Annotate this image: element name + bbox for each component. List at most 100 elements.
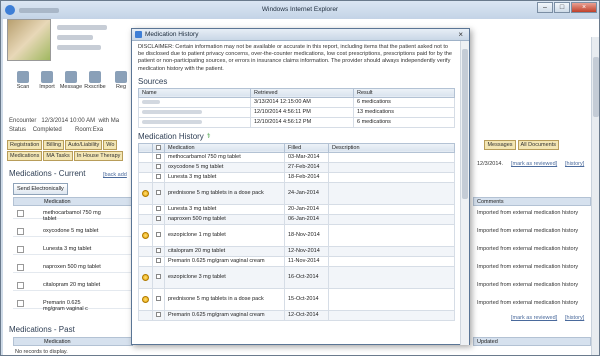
current-med-row[interactable]: Lunesta 3 mg tablet [13, 243, 133, 255]
comment-cell: Imported from external medication histor… [477, 228, 579, 234]
history-row[interactable]: Premarin 0.625 mg/gram vaginal cream 11-N… [138, 255, 455, 267]
source-row[interactable]: 3/13/2014 12:15:00 AM 6 medications [138, 96, 455, 108]
history-header-filled: Filled [284, 142, 329, 153]
history-filled-cell: 12-Nov-2014 [284, 245, 329, 257]
room-value: Exa [92, 127, 104, 133]
history-med-cell: eszopiclone 3 mg tablet [164, 265, 285, 289]
current-med-row[interactable]: oxycodone 5 mg tablet [13, 225, 133, 237]
maximize-button[interactable]: □ [554, 2, 570, 13]
select-cell [152, 223, 165, 247]
history-row[interactable]: Lunesta 3 mg tablet 20-Jan-2014 [138, 203, 455, 215]
current-med-header: Medication [13, 197, 133, 206]
medications-current-title: Medications - Current [9, 169, 86, 178]
history-med-cell: naproxen 500 mg tablet [164, 213, 285, 225]
scanner-icon [17, 71, 29, 83]
history-header-description: Description [328, 142, 455, 153]
select-cell [152, 151, 165, 163]
sources-title: Sources [138, 76, 168, 86]
tab-right-0[interactable]: Messages [484, 140, 516, 150]
row-checkbox[interactable] [156, 258, 161, 264]
source-row[interactable]: 12/10/2014 4:56:12 PM 6 medications [138, 116, 455, 128]
dialog-close-button[interactable]: × [458, 30, 463, 39]
row-checkbox[interactable] [156, 232, 161, 238]
tab-3[interactable]: Wo [103, 140, 118, 150]
tab-0[interactable]: Registration [7, 140, 43, 150]
source-name-cell [138, 96, 251, 108]
select-cell [152, 203, 165, 215]
history-title: Medication History [138, 131, 204, 141]
history-filled-cell: 06-Jan-2014 [284, 213, 329, 225]
send-electronically-button[interactable]: Send Electronically [13, 183, 68, 195]
toolbar-label: Reg [115, 84, 127, 90]
sources-header-retrieved: Retrieved [250, 87, 354, 98]
warn-cell [138, 181, 153, 205]
select-cell [152, 245, 165, 257]
toolbar-import-button[interactable]: Import [35, 71, 59, 90]
select-cell [152, 265, 165, 289]
current-med-row[interactable]: methocarbamol 750 mg tablet [13, 207, 133, 222]
history-description-cell [328, 151, 455, 163]
window-title: Windows Internet Explorer [261, 6, 339, 13]
rx-icon [89, 71, 101, 83]
row-checkbox[interactable] [156, 216, 161, 222]
dialog-scrollbar[interactable] [460, 41, 469, 345]
history-row[interactable]: prednisone 5 mg tablets in a dose pack 24… [138, 181, 455, 205]
close-window-button[interactable]: × [571, 2, 597, 13]
row-checkbox[interactable] [156, 164, 161, 170]
history-med-cell: citalopram 20 mg tablet [164, 245, 285, 257]
history-row[interactable]: Lunesta 3 mg tablet 18-Feb-2014 [138, 171, 455, 183]
toolbar-message-button[interactable]: Message [59, 71, 83, 90]
warning-icon [142, 231, 149, 239]
tab-1[interactable]: Billing [43, 140, 65, 150]
history-row[interactable]: methocarbamol 750 mg tablet 03-Mar-2014 [138, 151, 455, 163]
history-row[interactable]: Premarin 0.625 mg/gram vaginal cream 12-O… [138, 309, 455, 321]
comment-cell: Imported from external medication histor… [477, 282, 579, 288]
row-checkbox[interactable] [156, 248, 161, 254]
row-checkbox[interactable] [156, 274, 161, 280]
mark-reviewed-link[interactable]: [mark as reviewed] [511, 161, 557, 167]
select-cell [152, 161, 165, 173]
past-history-link[interactable]: [history] [565, 315, 584, 321]
tab-4[interactable]: Medications [7, 151, 43, 161]
row-checkbox[interactable] [156, 206, 161, 212]
history-row[interactable]: eszopiclone 3 mg tablet 16-Oct-2014 [138, 265, 455, 289]
tab-6[interactable]: In House Therapy [73, 151, 124, 161]
tab-5[interactable]: MA Tasks [43, 151, 73, 161]
current-med-row[interactable]: citalopram 20 mg tablet [13, 279, 133, 291]
comment-cell: Imported from external medication histor… [477, 210, 579, 216]
row-checkbox[interactable] [156, 154, 161, 160]
history-med-cell: methocarbamol 750 mg tablet [164, 151, 285, 163]
dialog-scrollbar-thumb[interactable] [462, 49, 468, 199]
current-med-row[interactable]: Premarin 0.625 mg/gram vaginal c [13, 297, 133, 312]
history-description-cell [328, 161, 455, 173]
tab-2[interactable]: Auto/Liability [65, 140, 103, 150]
history-row[interactable]: naproxen 500 mg tablet 06-Jan-2014 [138, 213, 455, 225]
current-med-row[interactable]: naproxen 500 mg tablet [13, 261, 133, 273]
history-row[interactable]: eszopiclone 1 mg tablet 18-Nov-2014 [138, 223, 455, 247]
history-row[interactable]: prednisone 5 mg tablets in a dose pack 15… [138, 287, 455, 311]
page-scrollbar[interactable] [591, 37, 599, 355]
patient-name-redacted [57, 25, 107, 30]
history-row[interactable]: citalopram 20 mg tablet 12-Nov-2014 [138, 245, 455, 257]
row-checkbox[interactable] [156, 296, 161, 302]
history-filled-cell: 11-Nov-2014 [284, 255, 329, 267]
page-scrollbar-thumb[interactable] [593, 57, 599, 117]
row-checkbox[interactable] [156, 190, 161, 196]
row-checkbox[interactable] [156, 312, 161, 318]
toolbar-reg-button[interactable]: Reg [109, 71, 133, 90]
history-link[interactable]: [history] [565, 161, 584, 167]
pharmacy-icon: ⚕ [206, 133, 211, 141]
history-row[interactable]: oxycodone 5 mg tablet 27-Feb-2014 [138, 161, 455, 173]
toolbar-scan-button[interactable]: Scan [11, 71, 35, 90]
row-checkbox[interactable] [156, 174, 161, 180]
toolbar-rxscribe-button[interactable]: Rxscribe [83, 71, 107, 90]
history-header-medication: Medication [164, 142, 285, 153]
toolbar-label: Message [59, 84, 83, 90]
back-add-link[interactable]: [back add [103, 172, 127, 178]
past-mark-reviewed-link[interactable]: [mark as reviewed] [511, 315, 557, 321]
minimize-button[interactable]: – [537, 2, 553, 13]
source-row[interactable]: 12/10/2014 4:56:11 PM 13 medications [138, 106, 455, 118]
select-all-checkbox[interactable] [156, 144, 161, 150]
history-med-cell: Premarin 0.625 mg/gram vaginal cream [164, 255, 285, 267]
tab-right-1[interactable]: All Documents [517, 140, 559, 150]
